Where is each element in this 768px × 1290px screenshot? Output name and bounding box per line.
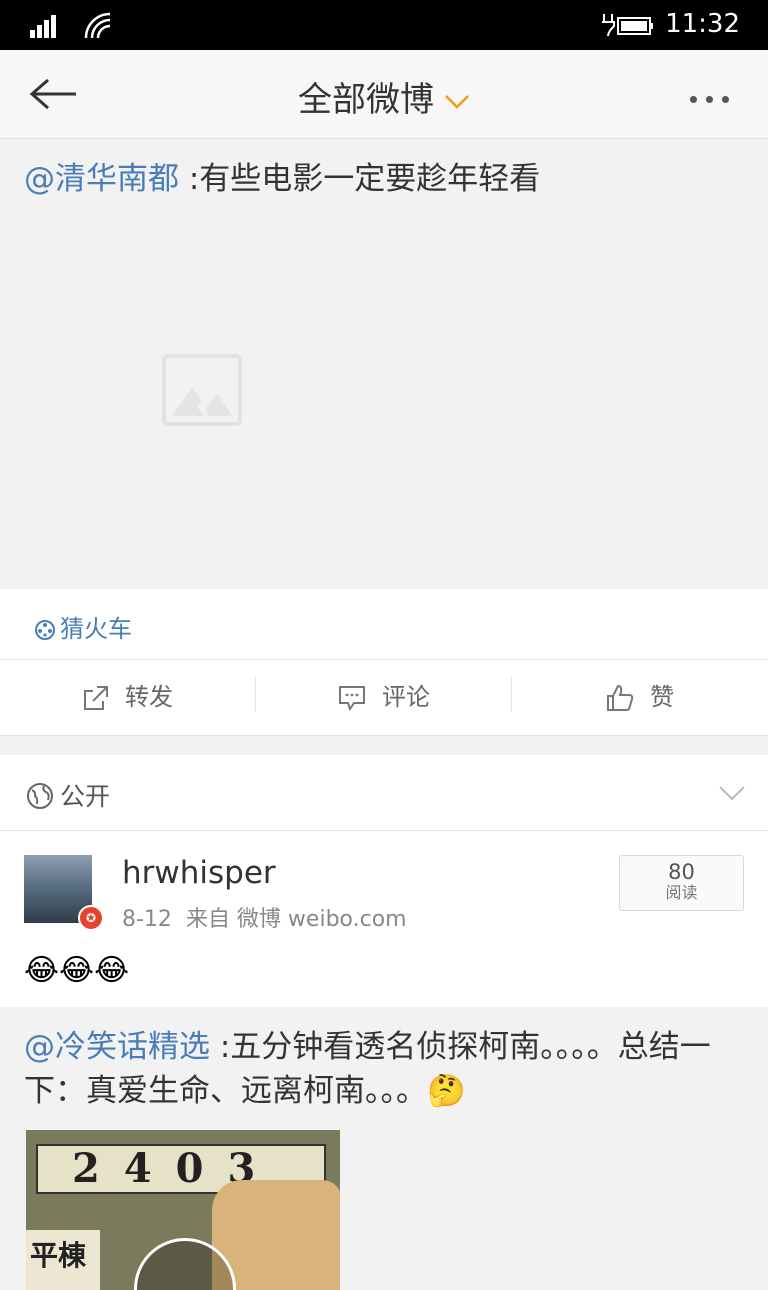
read-label: 阅读 xyxy=(665,883,698,902)
thumbnail-sign: 平棟 xyxy=(26,1230,100,1290)
thumbs-up-icon xyxy=(607,684,634,711)
battery-charging-icon xyxy=(602,14,653,37)
repost-card[interactable]: @冷笑话精选 :五分钟看透名侦探柯南。。。。总结一下：真爱生命、远离柯南。。。🤔… xyxy=(0,1007,768,1290)
comment-button[interactable]: 评论 xyxy=(256,660,512,735)
feed-filter-dropdown[interactable]: 全部微博 xyxy=(0,72,768,121)
app-header: 全部微博 xyxy=(0,50,768,139)
broken-image-icon xyxy=(162,354,242,426)
verified-badge-icon: ✪ xyxy=(78,905,104,931)
read-count: 80 xyxy=(668,860,695,884)
read-count-box: 80 阅读 xyxy=(619,855,744,911)
status-bar: 11:32 xyxy=(0,0,768,50)
post-date: 8-12 xyxy=(122,907,172,932)
visibility-row[interactable]: 公开 xyxy=(0,755,768,831)
post-card[interactable]: 公开 ✪ hrwhisper 8-12 来自 微博 weibo.com 80 阅… xyxy=(0,755,768,1290)
topic-bar: 猜火车 xyxy=(0,589,768,660)
chevron-down-icon[interactable] xyxy=(718,785,746,801)
signal-icon xyxy=(30,15,56,38)
globe-icon xyxy=(27,783,53,809)
repost-button[interactable]: 转发 xyxy=(0,660,256,735)
post-meta: 8-12 来自 微博 weibo.com xyxy=(122,901,407,933)
wifi-icon xyxy=(84,12,111,39)
video-thumbnail[interactable]: 2403 平棟 xyxy=(26,1130,340,1290)
page-title: 全部微博 xyxy=(298,80,434,120)
topic-link[interactable]: 猜火车 xyxy=(34,609,132,644)
post-source: 来自 微博 weibo.com xyxy=(185,907,407,932)
repost-text: @冷笑话精选 :五分钟看透名侦探柯南。。。。总结一下：真爱生命、远离柯南。。。🤔 xyxy=(24,1029,711,1109)
comment-icon xyxy=(339,686,365,712)
avatar[interactable]: ✪ xyxy=(24,855,104,931)
mention-link[interactable]: @清华南都 xyxy=(24,161,179,197)
film-reel-icon xyxy=(35,620,55,640)
repost-card[interactable]: @清华南都 :有些电影一定要趁年轻看 猜火车 转发 评论 赞 xyxy=(0,139,768,736)
repost-text: @清华南都 :有些电影一定要趁年轻看 xyxy=(24,161,541,197)
username[interactable]: hrwhisper xyxy=(122,855,276,891)
clock: 11:32 xyxy=(665,9,740,39)
like-button[interactable]: 赞 xyxy=(512,660,768,735)
repost-icon xyxy=(84,686,108,710)
more-options-icon[interactable] xyxy=(690,88,738,103)
visibility-label: 公开 xyxy=(26,777,110,813)
action-bar: 转发 评论 赞 xyxy=(0,660,768,736)
chevron-down-icon xyxy=(445,94,469,109)
post-text: 😂😂😂 xyxy=(24,953,130,988)
mention-link[interactable]: @冷笑话精选 xyxy=(24,1029,210,1065)
